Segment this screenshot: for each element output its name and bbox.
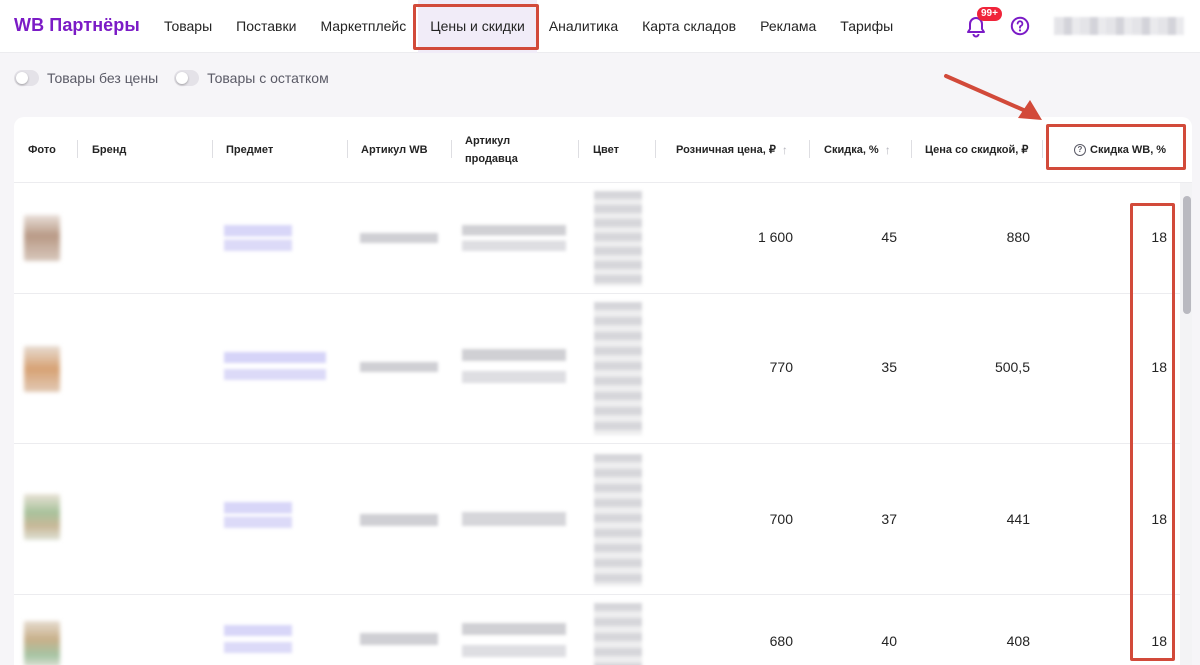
switch-control[interactable] [174,70,200,86]
annotation-highlight-prices-tab [413,4,539,50]
table-scrollbar-thumb[interactable] [1183,196,1191,314]
user-profile-blurred[interactable] [1054,17,1184,35]
annotation-highlight-wb-discount-column [1130,203,1175,661]
article-seller-blurred [462,623,566,657]
nav-item-products[interactable]: Товары [152,0,224,53]
subject-blurred [224,225,292,251]
discount-value: 40 [881,633,897,649]
column-header-article-wb: Артикул WB [361,144,428,156]
top-navigation-bar: WB Партнёры Товары Поставки Маркетплейс … [0,0,1200,53]
article-wb-blurred [360,362,438,372]
price-with-discount-value: 500,5 [994,359,1030,375]
subject-blurred [224,625,292,653]
column-header-brand: Бренд [92,144,127,156]
annotation-arrow-icon [944,74,1042,120]
column-header-color: Цвет [593,144,620,156]
sort-arrow-up-icon[interactable]: ↑ [782,141,788,159]
sort-arrow-up-icon[interactable]: ↑ [885,141,891,159]
table-row[interactable]: 1 600 45 880 18 [14,183,1184,294]
column-header-retail-price-label: Розничная цена, ₽ [676,144,776,156]
nav-item-advertising[interactable]: Реклама [748,0,828,53]
column-header-discount-label: Скидка, % [824,144,879,156]
filter-toggles: Товары без цены Товары с остатком [14,70,345,86]
toggle-label: Товары без цены [47,70,159,86]
price-with-discount-value: 880 [1006,229,1030,245]
table-row[interactable]: 700 37 441 18 [14,444,1184,595]
prices-table: Фото Бренд Предмет Артикул WB Артикул пр… [14,117,1192,665]
annotation-highlight-wb-discount-header [1046,124,1186,170]
table-row[interactable]: 770 35 500,5 18 [14,294,1184,444]
nav-item-marketplace[interactable]: Маркетплейс [308,0,418,53]
product-photo-blurred[interactable] [24,346,60,392]
nav-item-supplies[interactable]: Поставки [224,0,308,53]
app-logo[interactable]: WB Партнёры [14,15,140,36]
column-header-retail-price[interactable]: Розничная цена, ₽ ↑ [676,117,788,183]
toggle-label: Товары с остатком [207,70,329,86]
color-blurred [594,603,642,665]
column-header-article-seller-line1: Артикул [465,135,511,147]
nav-item-warehouse-map[interactable]: Карта складов [630,0,748,53]
color-blurred [594,454,642,586]
article-seller-blurred [462,512,566,526]
article-wb-blurred [360,514,438,526]
article-wb-blurred [360,633,438,645]
toggle-products-in-stock[interactable]: Товары с остатком [174,70,329,86]
subject-blurred [224,352,326,380]
column-header-photo: Фото [28,144,56,156]
discount-value: 45 [881,229,897,245]
table-row[interactable]: 680 40 408 18 [14,595,1184,665]
column-header-discount[interactable]: Скидка, % ↑ [824,117,891,183]
retail-price-value: 1 600 [757,229,793,245]
price-with-discount-value: 441 [1006,511,1030,527]
notifications-badge: 99+ [977,7,1002,21]
nav-item-tariffs[interactable]: Тарифы [828,0,905,53]
column-header-subject: Предмет [226,144,274,156]
color-blurred [594,302,642,435]
price-with-discount-value: 408 [1006,633,1030,649]
column-header-price-with-discount: Цена со скидкой, ₽ [925,144,1029,156]
column-header-article-seller-line2: продавца [465,153,518,165]
retail-price-value: 770 [769,359,793,375]
discount-value: 35 [881,359,897,375]
switch-control[interactable] [14,70,39,86]
article-seller-blurred [462,349,566,383]
color-blurred [594,191,642,286]
product-photo-blurred[interactable] [24,215,60,261]
retail-price-value: 680 [769,633,793,649]
help-icon[interactable] [1010,16,1030,36]
retail-price-value: 700 [769,511,793,527]
table-header: Фото Бренд Предмет Артикул WB Артикул пр… [14,117,1192,183]
column-header-article-seller: Артикул продавца [465,117,518,183]
discount-value: 37 [881,511,897,527]
article-wb-blurred [360,233,438,243]
nav-item-analytics[interactable]: Аналитика [537,0,630,53]
article-seller-blurred [462,225,566,251]
product-photo-blurred[interactable] [24,621,60,665]
toggle-products-without-price[interactable]: Товары без цены [14,70,158,86]
subject-blurred [224,502,292,528]
product-photo-blurred[interactable] [24,494,60,540]
